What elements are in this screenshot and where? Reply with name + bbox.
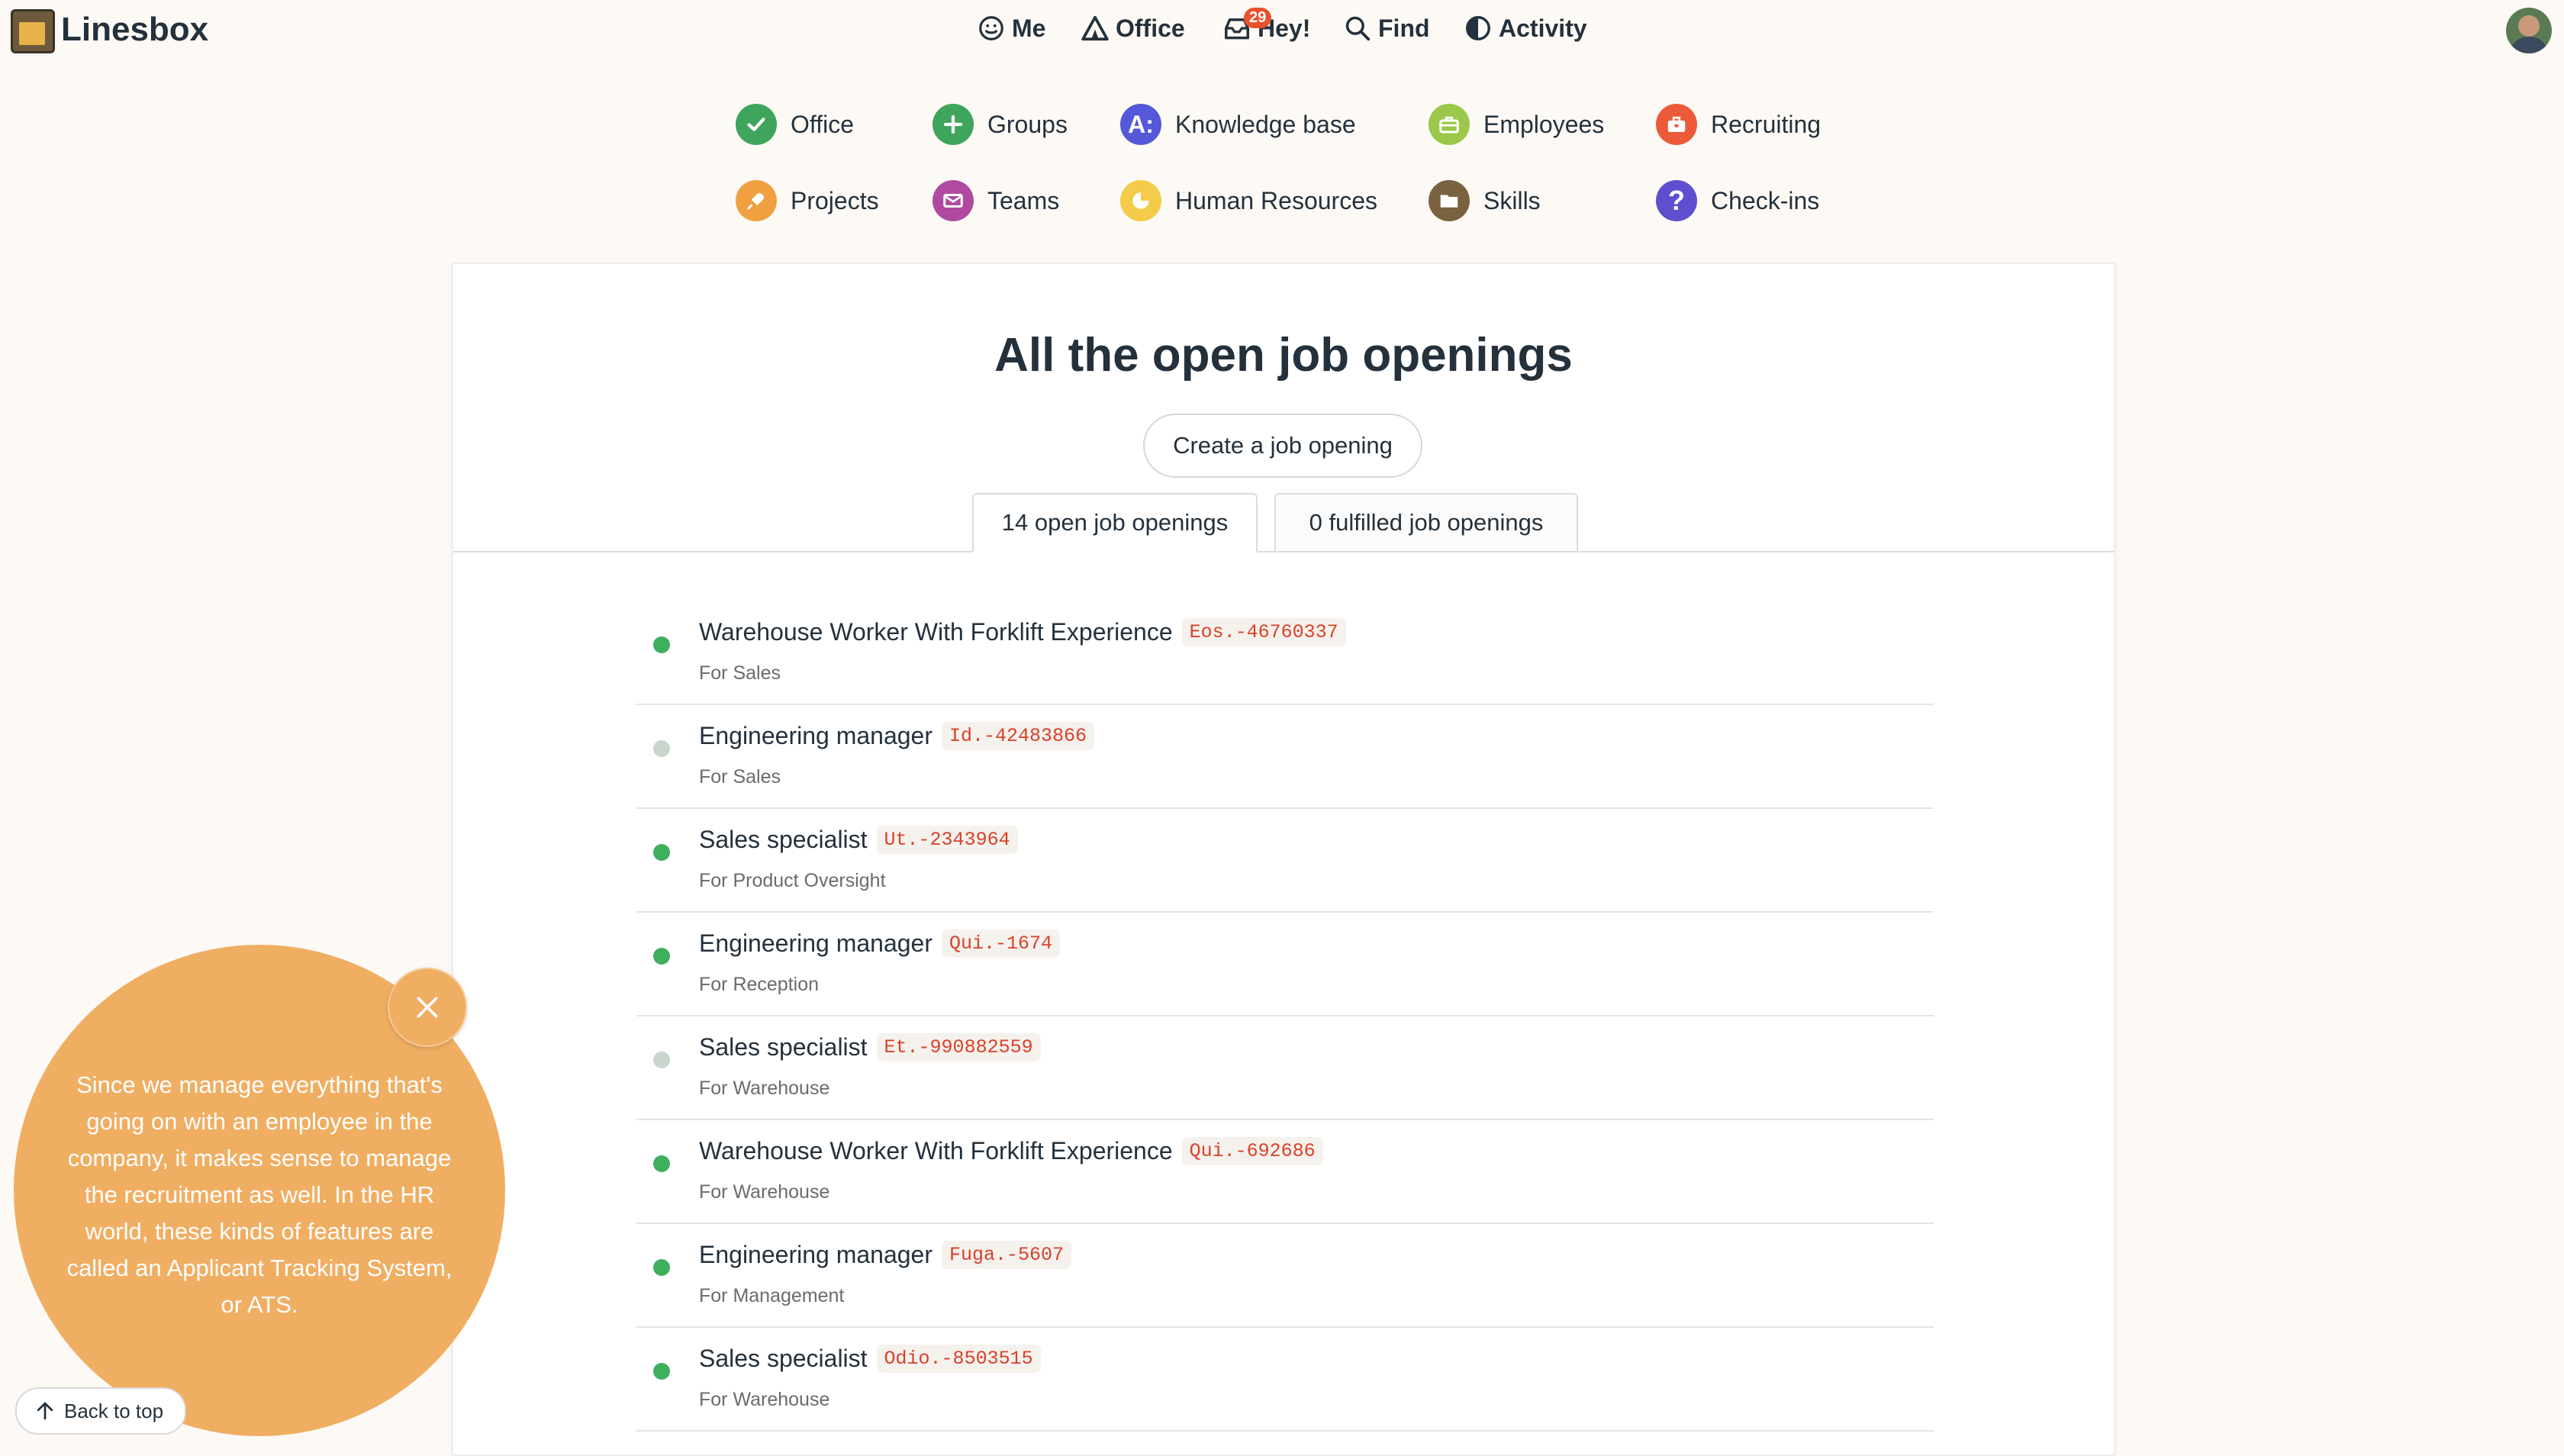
back-to-top-label: Back to top (64, 1399, 164, 1422)
app-projects[interactable]: Projects (736, 180, 879, 221)
job-code: Id.-42483866 (941, 722, 1095, 750)
app-check-ins[interactable]: ? Check-ins (1656, 180, 1819, 221)
app-label: Groups (987, 110, 1068, 138)
job-row[interactable]: Engineering manager Id.-42483866 For Sale… (636, 705, 1934, 809)
job-code: Fuga.-5607 (941, 1241, 1072, 1269)
job-code: Et.-990882559 (876, 1033, 1041, 1061)
brand-name[interactable]: Linesbox (61, 11, 208, 49)
status-dot (653, 1259, 670, 1276)
app-teams[interactable]: Teams (933, 180, 1059, 221)
topnav-me[interactable]: Me (977, 14, 1045, 43)
app-label: Recruiting (1711, 110, 1822, 138)
app-label: Teams (987, 186, 1060, 214)
app-label: Office (791, 110, 854, 138)
job-department: For Warehouse (699, 1078, 830, 1099)
office-tent-icon (1081, 15, 1109, 41)
clock-icon (1120, 180, 1161, 221)
app-label: Employees (1483, 110, 1605, 138)
status-dot (653, 1155, 670, 1172)
app-label: Projects (791, 186, 879, 214)
job-title[interactable]: Engineering manager (699, 1241, 933, 1269)
activity-icon (1466, 16, 1490, 40)
tab-fulfilled-job-openings[interactable]: 0 fulfilled job openings (1274, 493, 1578, 552)
briefcase-icon (1429, 104, 1470, 145)
knowledge-icon: A: (1120, 104, 1161, 145)
job-department: For Reception (699, 974, 820, 995)
job-title[interactable]: Sales specialist (699, 826, 868, 854)
job-row[interactable]: Engineering manager Qui.-1674 For Recepti… (636, 913, 1934, 1016)
app-label: Human Resources (1175, 186, 1377, 214)
topnav-hey[interactable]: 29 Hey! (1222, 8, 1310, 43)
close-tooltip-button[interactable] (388, 968, 467, 1047)
job-code: Odio.-8503515 (876, 1345, 1041, 1373)
status-dot (653, 1052, 670, 1068)
job-title[interactable]: Sales specialist (699, 1033, 868, 1061)
app-human-resources[interactable]: Human Resources (1120, 180, 1377, 221)
job-openings-card: All the open job openings Create a job o… (452, 263, 2115, 1456)
job-department: For Management (699, 1285, 845, 1306)
arrow-up-icon (37, 1402, 53, 1420)
job-code: Eos.-46760337 (1181, 618, 1346, 646)
app-skills[interactable]: Skills (1429, 180, 1541, 221)
app-employees[interactable]: Employees (1429, 104, 1604, 145)
linesbox-logo[interactable] (11, 9, 55, 53)
job-title[interactable]: Warehouse Worker With Forklift Experienc… (699, 1137, 1173, 1165)
topnav-label: Find (1378, 14, 1430, 42)
topnav-office[interactable]: Office (1081, 14, 1185, 43)
job-title[interactable]: Warehouse Worker With Forklift Experienc… (699, 618, 1173, 646)
job-department: For Sales (699, 766, 781, 788)
topnav-label: Office (1116, 14, 1185, 42)
status-dot (653, 740, 670, 757)
status-dot (653, 636, 670, 653)
job-code: Qui.-1674 (941, 929, 1061, 958)
search-icon (1345, 16, 1371, 41)
job-row[interactable]: Engineering manager Fuga.-5607 For Manage… (636, 1224, 1934, 1328)
tab-open-job-openings[interactable]: 14 open job openings (972, 493, 1258, 552)
folder-icon (1429, 180, 1470, 221)
job-code: Ut.-2343964 (876, 826, 1018, 854)
job-row[interactable]: Sales specialist Ut.-2343964 For Product … (636, 809, 1934, 913)
back-to-top-button[interactable]: Back to top (15, 1387, 187, 1435)
job-title[interactable]: Engineering manager (699, 722, 933, 750)
close-icon (417, 997, 438, 1018)
topnav-label: Activity (1499, 14, 1587, 42)
app-label: Knowledge base (1175, 110, 1356, 138)
check-icon (736, 104, 777, 145)
app-office[interactable]: Office (736, 104, 854, 145)
app-groups[interactable]: Groups (933, 104, 1068, 145)
topnav-find[interactable]: Find (1343, 14, 1430, 43)
job-row[interactable]: Warehouse Worker With Forklift Experienc… (636, 1120, 1934, 1224)
plus-icon (933, 104, 974, 145)
top-bar: Linesbox Me Office 29 Hey! Find Activity (0, 0, 2564, 61)
job-department: For Warehouse (699, 1181, 830, 1203)
tooltip-text: Since we manage everything that's going … (66, 1071, 453, 1318)
topnav-activity[interactable]: Activity (1464, 14, 1587, 43)
job-department: For Sales (699, 662, 781, 684)
status-dot (653, 1363, 670, 1380)
job-title[interactable]: Engineering manager (699, 929, 933, 958)
topnav-label: Me (1012, 14, 1046, 42)
app-label: Check-ins (1711, 186, 1820, 214)
recruiting-icon (1656, 104, 1697, 145)
job-row[interactable]: Sales specialist Et.-990882559 For Wareho… (636, 1016, 1934, 1120)
question-icon: ? (1656, 180, 1697, 221)
user-avatar[interactable] (2506, 8, 2552, 53)
job-title[interactable]: Sales specialist (699, 1345, 868, 1373)
envelope-icon (933, 180, 974, 221)
job-row[interactable]: Warehouse Worker With Forklift Experienc… (636, 601, 1934, 705)
app-recruiting[interactable]: Recruiting (1656, 104, 1821, 145)
job-department: For Warehouse (699, 1389, 830, 1410)
rocket-icon (736, 180, 777, 221)
status-dot (653, 844, 670, 861)
create-job-opening-button[interactable]: Create a job opening (1143, 414, 1422, 478)
job-department: For Product Oversight (699, 870, 886, 891)
notification-badge: 29 (1244, 8, 1272, 28)
app-label: Skills (1483, 186, 1541, 214)
job-code: Qui.-692686 (1181, 1137, 1323, 1165)
page-title: All the open job openings (994, 329, 1573, 382)
job-row[interactable]: Sales specialist Odio.-8503515 For Wareho… (636, 1328, 1934, 1432)
status-dot (653, 948, 670, 965)
smiley-icon (979, 16, 1003, 40)
app-knowledge-base[interactable]: A: Knowledge base (1120, 104, 1356, 145)
